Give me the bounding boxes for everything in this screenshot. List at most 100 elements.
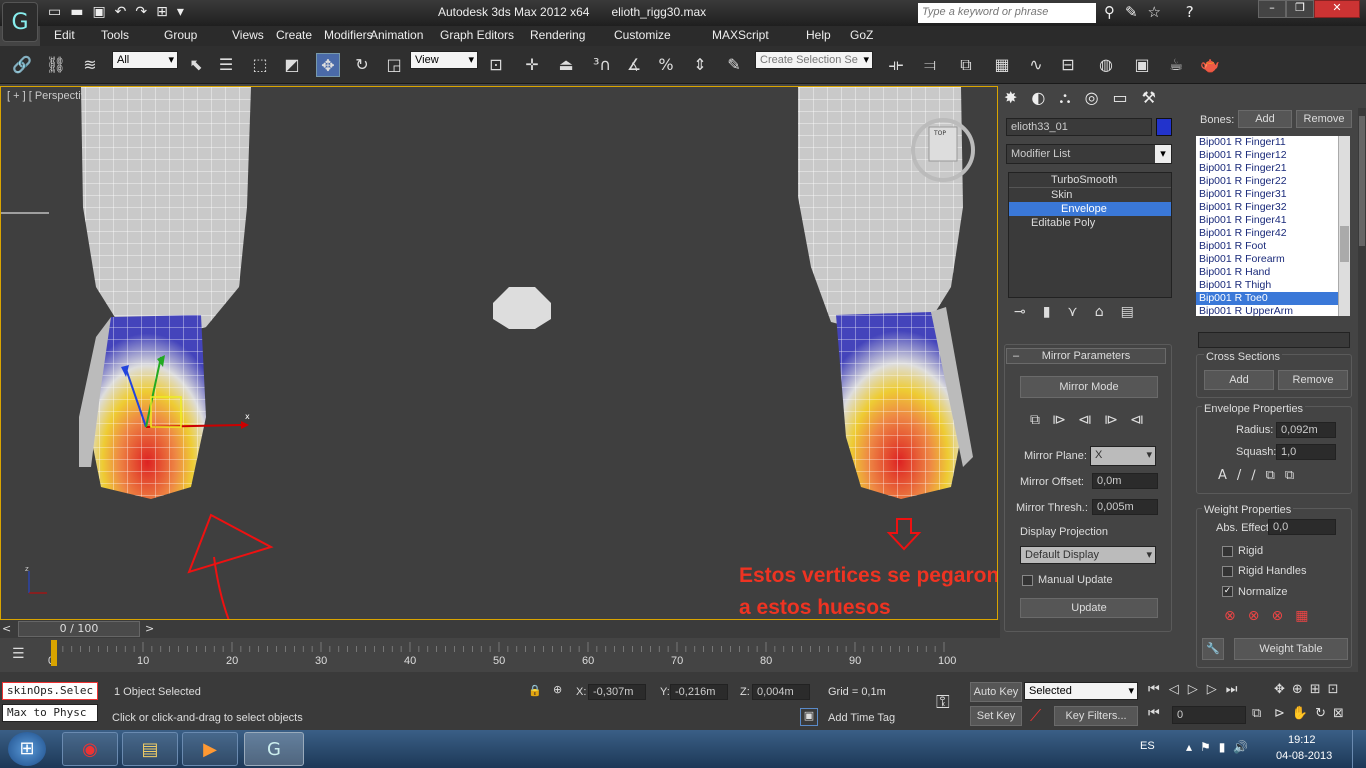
menu-customize[interactable]: Customize	[614, 28, 671, 42]
rigid-checkbox[interactable]	[1222, 546, 1233, 557]
y-coordinate[interactable]: -0,216m	[670, 684, 728, 700]
maxscript-listener-line1[interactable]: skinOps.Selec	[2, 682, 98, 700]
curve-editor-icon[interactable]: ∿	[1024, 53, 1048, 77]
bone-list-item[interactable]: Bip001 R Toe0	[1196, 292, 1350, 305]
start-button[interactable]: ⊞	[8, 732, 46, 766]
mirror-offset-spinner[interactable]: 0,0m	[1092, 473, 1158, 489]
time-prev-button[interactable]: <	[2, 622, 11, 635]
stack-item-editable-poly[interactable]: Editable Poly	[1009, 216, 1171, 230]
infocenter-icons[interactable]: ⚲✎☆ ?	[1104, 3, 1204, 21]
modifier-list-dropdown[interactable]: Modifier List ▾	[1006, 144, 1172, 164]
snaps-toggle-icon[interactable]: ³∩	[590, 53, 614, 77]
stack-item-envelope[interactable]: Envelope	[1009, 202, 1171, 216]
3dsmax-taskbar-icon[interactable]: G	[244, 732, 304, 766]
bind-spacewarp-icon[interactable]: ≋	[78, 53, 102, 77]
stack-item-skin[interactable]: Skin	[1009, 188, 1171, 202]
explorer-taskbar-icon[interactable]: ▤	[122, 732, 178, 766]
abs-effect-spinner[interactable]: 0,0	[1268, 519, 1336, 535]
reference-coordinate-dropdown[interactable]: View ▾	[410, 51, 478, 69]
window-crossing-icon[interactable]: ◩	[280, 53, 304, 77]
bone-list-item[interactable]: Bip001 R Finger42	[1196, 227, 1350, 240]
weight-tool-icons[interactable]: ⊗⊗⊗▦	[1224, 608, 1320, 624]
key-step-icon[interactable]: ⏮	[1148, 706, 1160, 721]
manual-update-checkbox[interactable]	[1022, 575, 1033, 586]
spinner-snap-icon[interactable]: ⇕	[688, 53, 712, 77]
bone-list-item[interactable]: Bip001 R Finger21	[1196, 162, 1350, 175]
auto-key-button[interactable]: Auto Key	[970, 682, 1022, 702]
skin-panel-scrollbar[interactable]	[1358, 108, 1366, 672]
bone-list-item[interactable]: Bip001 R Finger11	[1196, 136, 1350, 149]
layer-manager-icon[interactable]: ⧉	[954, 53, 978, 77]
playback-controls[interactable]: ⏮◁▷▷⏭	[1148, 682, 1246, 697]
maximize-button[interactable]: ❐	[1286, 0, 1314, 18]
bone-list-item[interactable]: Bip001 R Forearm	[1196, 253, 1350, 266]
minimize-button[interactable]: –	[1258, 0, 1286, 18]
search-input[interactable]: Type a keyword or phrase	[918, 3, 1096, 23]
set-key-button[interactable]: Set Key	[970, 706, 1022, 726]
bone-list-item[interactable]: Bip001 R Thigh	[1196, 279, 1350, 292]
time-config-icon[interactable]: ⧉	[1252, 706, 1261, 721]
menu-help[interactable]: Help	[806, 28, 831, 42]
update-button[interactable]: Update	[1020, 598, 1158, 618]
clock-time[interactable]: 19:12	[1288, 734, 1316, 746]
object-color-swatch[interactable]	[1156, 118, 1172, 136]
unlink-icon[interactable]: ⛓	[44, 53, 68, 77]
cross-remove-button[interactable]: Remove	[1278, 370, 1348, 390]
track-bar[interactable]: ☰ 0102030405060708090100	[0, 638, 1000, 672]
add-time-tag[interactable]: Add Time Tag	[828, 712, 895, 724]
viewport-nav-icons[interactable]: ✥⊕⊞⊡	[1274, 682, 1346, 697]
chrome-taskbar-icon[interactable]: ◉	[62, 732, 118, 766]
scale-icon[interactable]: ◲	[382, 53, 406, 77]
show-desktop-button[interactable]	[1352, 730, 1366, 768]
current-frame-field[interactable]: 0	[1172, 706, 1246, 724]
time-next-button[interactable]: >	[145, 622, 154, 635]
x-coordinate[interactable]: -0,307m	[588, 684, 646, 700]
time-slider-thumb[interactable]: 0 / 100	[18, 621, 140, 637]
cross-add-button[interactable]: Add	[1204, 370, 1274, 390]
rendered-frame-icon[interactable]: ☕	[1164, 53, 1188, 77]
app-logo-icon[interactable]: G	[2, 2, 38, 42]
stack-tools[interactable]: ⊸▮⋎⌂▤	[1014, 304, 1151, 320]
time-slider[interactable]: < 0 / 100 >	[0, 620, 1000, 638]
mirror-plane-dropdown[interactable]: X ▾	[1090, 446, 1156, 466]
named-selection-set[interactable]: Create Selection Se ▾	[755, 51, 873, 69]
graphite-icon[interactable]: ▦	[990, 53, 1014, 77]
normalize-checkbox[interactable]: ✓	[1222, 586, 1233, 597]
key-mode-dropdown[interactable]: Selected ▾	[1024, 682, 1138, 700]
select-object-icon[interactable]: ⬉	[184, 53, 208, 77]
mirror-parameters-rollout[interactable]: – Mirror Parameters	[1006, 348, 1166, 364]
menu-rendering[interactable]: Rendering	[530, 28, 585, 42]
current-frame-marker[interactable]	[51, 640, 57, 666]
move-icon[interactable]: ✥	[316, 53, 340, 77]
media-player-taskbar-icon[interactable]: ▶	[182, 732, 238, 766]
close-button[interactable]: ✕	[1314, 0, 1360, 18]
envelope-tool-icons[interactable]: A/∕⧉⧉	[1218, 468, 1304, 483]
bones-list[interactable]: Bip001 R Finger11 Bip001 R Finger12 Bip001…	[1196, 136, 1350, 316]
menu-animation[interactable]: Animation	[370, 28, 423, 42]
pivot-center-icon[interactable]: ⊡	[484, 53, 508, 77]
bone-list-item[interactable]: Bip001 R Finger22	[1196, 175, 1350, 188]
lock-icon[interactable]: 🔒	[528, 684, 542, 697]
set-key-icon[interactable]: ⟋	[1030, 706, 1041, 726]
mirror-mode-button[interactable]: Mirror Mode	[1020, 376, 1158, 398]
z-coordinate[interactable]: 0,004m	[752, 684, 810, 700]
menu-maxscript[interactable]: MAXScript	[712, 28, 769, 42]
object-name-field[interactable]: elioth33_01	[1006, 118, 1152, 136]
menu-tools[interactable]: Tools	[101, 28, 129, 42]
remove-bone-button[interactable]: Remove	[1296, 110, 1352, 128]
weight-table-button[interactable]: Weight Table	[1234, 638, 1348, 660]
menu-edit[interactable]: Edit	[54, 28, 75, 42]
menu-modifiers[interactable]: Modifiers	[324, 28, 373, 42]
add-time-tag-icon[interactable]: ▣	[800, 708, 818, 726]
radius-spinner[interactable]: 0,092m	[1276, 422, 1336, 438]
modifier-stack[interactable]: TurboSmooth Skin Envelope Editable Poly	[1008, 172, 1172, 298]
angle-snap-icon[interactable]: ∡	[622, 53, 646, 77]
rect-selection-icon[interactable]: ⬚	[248, 53, 272, 77]
select-by-name-icon[interactable]: ☰	[214, 53, 238, 77]
command-tabs[interactable]: ✸◐⛬◎▭⚒	[1004, 88, 1170, 108]
mirror-icon[interactable]: ⟛	[884, 53, 908, 77]
selection-filter[interactable]: All ▾	[112, 51, 178, 69]
perspective-viewport[interactable]: [ + ] [ Perspective ] [ Realistic + Edge…	[0, 86, 998, 620]
add-bone-button[interactable]: Add	[1238, 110, 1292, 128]
menu-views[interactable]: Views	[232, 28, 264, 42]
